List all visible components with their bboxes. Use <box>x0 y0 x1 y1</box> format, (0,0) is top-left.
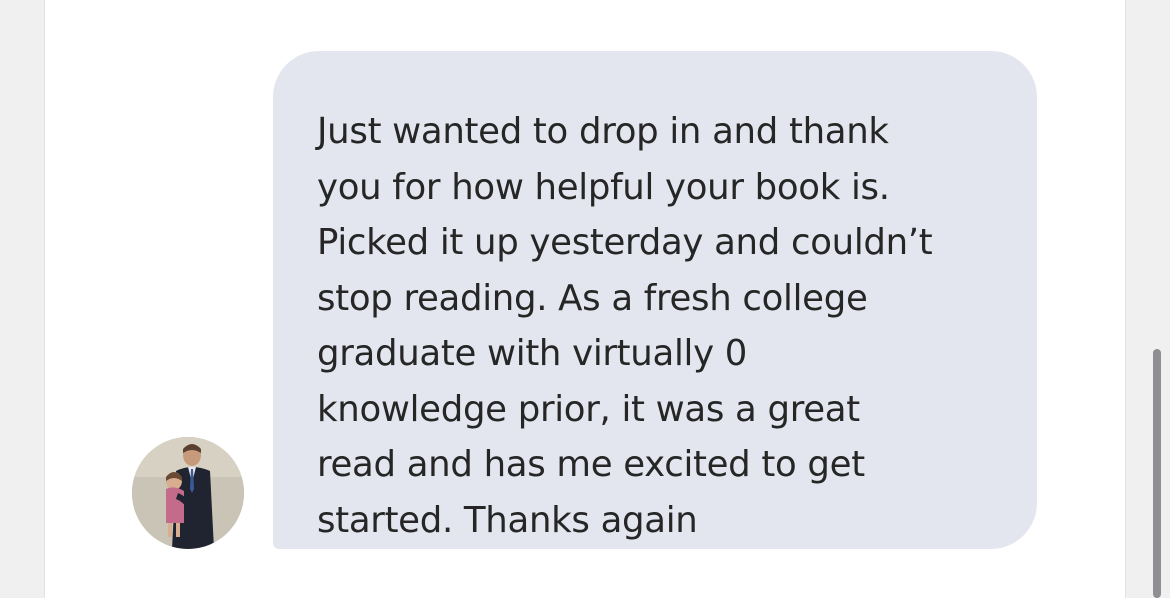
sender-avatar[interactable] <box>132 437 244 549</box>
message-text: Just wanted to drop in and thank you for… <box>317 111 933 541</box>
scrollbar-thumb[interactable] <box>1153 349 1161 598</box>
message-bubble[interactable]: Just wanted to drop in and thank you for… <box>273 51 1037 549</box>
profile-photo-icon <box>132 437 244 549</box>
